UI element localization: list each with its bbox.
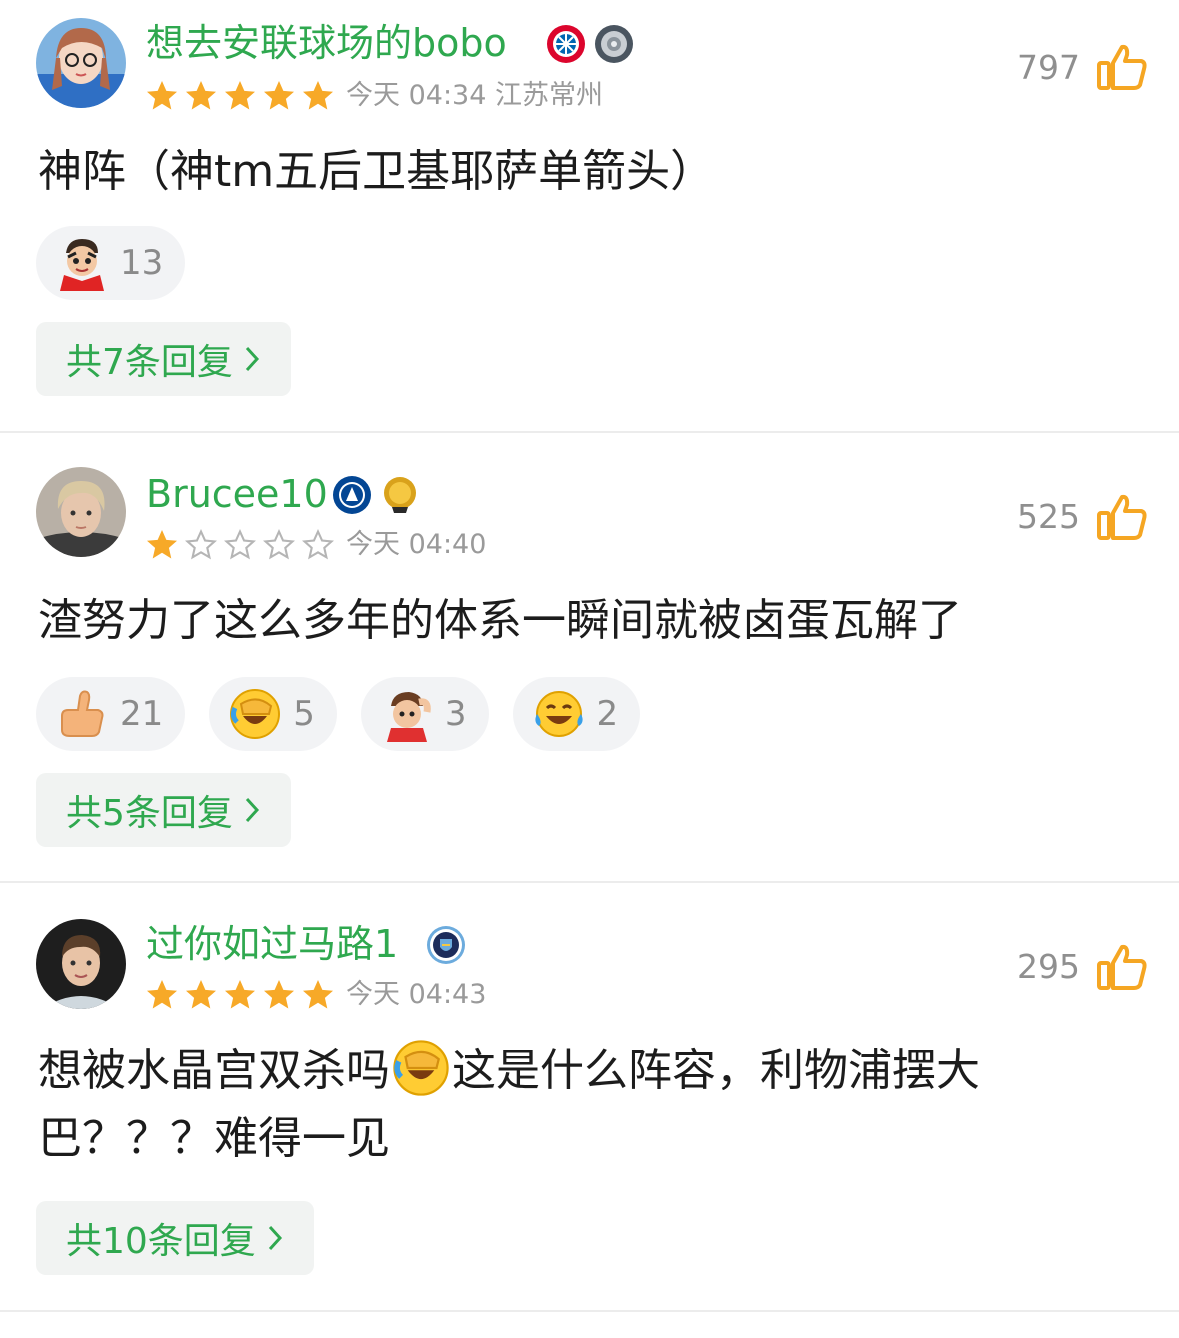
- chelsea-badge-icon[interactable]: [332, 475, 372, 515]
- like-count: 295: [1017, 947, 1080, 986]
- comment-text-part: 想被水晶宫双杀吗: [38, 1045, 390, 1096]
- replies-label: 共7条回复: [66, 342, 233, 383]
- avatar[interactable]: [36, 18, 126, 108]
- reaction-count: 5: [293, 694, 315, 734]
- star-empty-icon: [263, 528, 295, 560]
- like-count: 797: [1017, 48, 1080, 87]
- comment-meta: 今天 04:43: [346, 979, 487, 1010]
- star-full-icon: [225, 980, 255, 1009]
- rating-stars: [144, 977, 336, 1013]
- divider: [0, 1310, 1179, 1312]
- comment-card: 想去安联球场的bobo 今天 04:34 江苏常州 797 神阵（神tm五后卫基…: [0, 0, 1179, 432]
- view-replies-button[interactable]: 共7条回复: [36, 322, 291, 396]
- chevron-right-icon: [245, 346, 259, 372]
- thumbs-up-icon[interactable]: [1096, 43, 1148, 91]
- reaction-chip[interactable]: 5: [209, 677, 337, 751]
- username[interactable]: Brucee10: [146, 469, 328, 519]
- chevron-right-icon: [268, 1225, 282, 1251]
- reaction-bar: 21 5 3 2: [36, 677, 641, 751]
- reaction-bar: 13: [36, 226, 186, 300]
- star-full-icon: [264, 980, 294, 1009]
- chevron-right-icon: [245, 797, 259, 823]
- star-full-icon: [225, 81, 255, 110]
- thumbs-up-icon[interactable]: [1096, 943, 1148, 991]
- reaction-count: 2: [596, 694, 619, 734]
- comment-text: 想被水晶宫双杀吗 这是什么阵容，利物浦摆大巴？？？难得一见: [38, 1037, 1148, 1173]
- badge-group: [332, 475, 420, 515]
- cartoon-head-scratch-icon: [386, 692, 431, 742]
- thumbs-up-emoji-icon: [61, 690, 104, 737]
- manchester-city-badge-icon[interactable]: [426, 925, 466, 965]
- reaction-chip[interactable]: 3: [360, 677, 489, 751]
- star-full-icon: [147, 530, 177, 559]
- avatar-image: [36, 919, 126, 1009]
- cartoon-face-icon: [60, 239, 104, 291]
- bayern-munich-badge-icon[interactable]: [546, 24, 586, 64]
- star-full-icon: [186, 81, 216, 110]
- facepalm-laugh-emoji-icon: [230, 689, 281, 739]
- like-count: 525: [1017, 497, 1080, 536]
- badge-group: [426, 925, 466, 965]
- comment-text: 神阵（神tm五后卫基耶萨单箭头）: [38, 146, 715, 197]
- star-full-icon: [303, 81, 333, 110]
- star-full-icon: [147, 81, 177, 110]
- avatar-image: [36, 467, 126, 557]
- star-empty-icon: [185, 528, 217, 560]
- reaction-count: 13: [120, 243, 164, 283]
- star-full-icon: [264, 81, 294, 110]
- username[interactable]: 过你如过马路1: [146, 919, 398, 969]
- badge-group: [546, 24, 634, 64]
- avatar[interactable]: [36, 467, 126, 557]
- avatar-image: [36, 18, 126, 108]
- comment-meta: 今天 04:34 江苏常州: [346, 80, 603, 111]
- thumbs-up-icon[interactable]: [1096, 493, 1148, 541]
- rating-stars: [144, 527, 336, 563]
- comment-card: 过你如过马路1 今天 04:43 295 想被水晶宫双杀吗 这是什么阵容，利物浦…: [0, 883, 1179, 1311]
- tears-of-joy-emoji-icon: [534, 691, 583, 737]
- comment-meta: 今天 04:40: [346, 529, 487, 560]
- view-replies-button[interactable]: 共5条回复: [36, 773, 291, 847]
- star-full-icon: [186, 980, 216, 1009]
- rating-stars: [144, 78, 336, 114]
- reaction-count: 21: [120, 694, 164, 734]
- gold-medal-badge-icon[interactable]: [380, 475, 420, 515]
- view-replies-button[interactable]: 共10条回复: [36, 1201, 314, 1275]
- reaction-chip[interactable]: 13: [36, 226, 186, 300]
- league-trophy-badge-icon[interactable]: [594, 24, 634, 64]
- replies-label: 共5条回复: [66, 793, 233, 834]
- avatar[interactable]: [36, 919, 126, 1009]
- star-full-icon: [303, 980, 333, 1009]
- star-empty-icon: [224, 528, 256, 560]
- reaction-chip[interactable]: 21: [36, 677, 186, 751]
- username[interactable]: 想去安联球场的bobo: [146, 18, 507, 68]
- comment-text: 渣努力了这么多年的体系一瞬间就被卤蛋瓦解了: [38, 595, 962, 646]
- replies-label: 共10条回复: [66, 1221, 256, 1262]
- star-empty-icon: [302, 528, 334, 560]
- reaction-chip[interactable]: 2: [512, 677, 641, 751]
- reaction-count: 3: [444, 694, 467, 734]
- facepalm-laugh-emoji-icon: [393, 1040, 449, 1096]
- star-full-icon: [147, 980, 177, 1009]
- comment-card: Brucee10 今天 04:40 525 渣努力了这么多年的体系一瞬间就被卤蛋…: [0, 433, 1179, 881]
